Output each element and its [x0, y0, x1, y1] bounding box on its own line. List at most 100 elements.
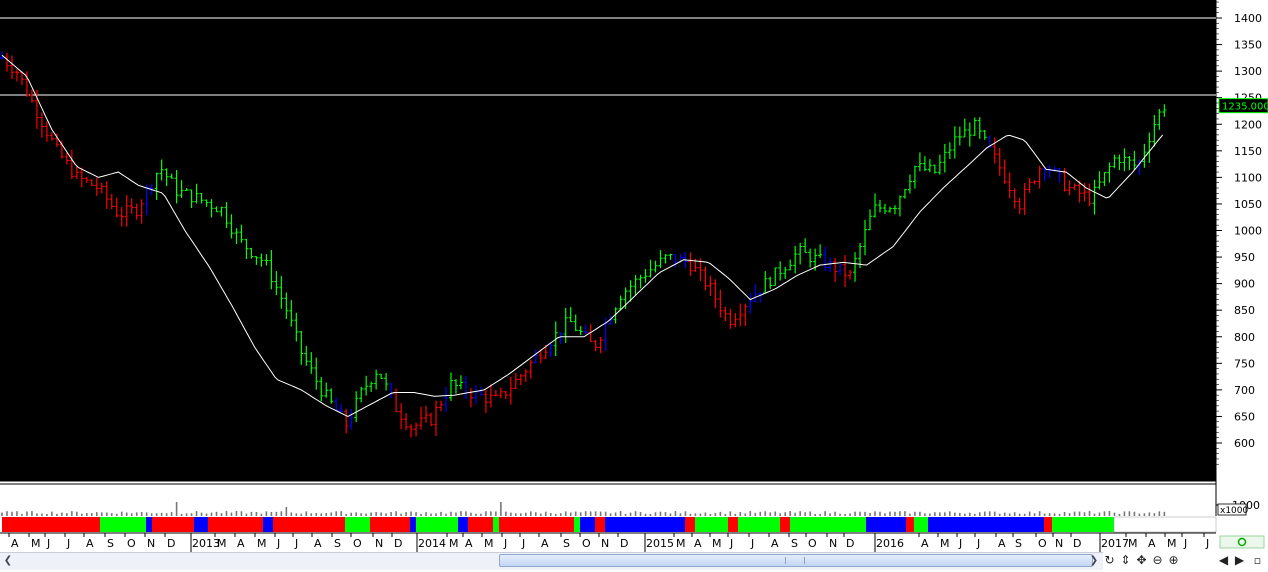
x-tick-label: D: [620, 537, 628, 550]
volume-bar: [360, 513, 362, 516]
volume-bar: [659, 511, 662, 516]
volume-bar: [1103, 511, 1106, 516]
volume-bar: [330, 512, 333, 516]
volume-bar: [954, 512, 956, 516]
volume-bar: [255, 511, 258, 516]
volume-multiplier-label: x1000: [1220, 506, 1249, 516]
volume-bar: [749, 511, 752, 516]
volume-bar: [959, 512, 961, 516]
x-tick-label: A: [465, 537, 473, 550]
volume-bar: [614, 512, 617, 516]
volume-bar: [475, 513, 477, 516]
scroll-prev-icon[interactable]: ◀: [1216, 553, 1231, 568]
scroll-next-icon[interactable]: ▶: [1232, 553, 1247, 568]
volume-bar: [305, 511, 308, 516]
x-tick-label: A: [1148, 537, 1156, 550]
signal-segment: [416, 517, 458, 532]
y-tick-label: 650: [1234, 410, 1255, 423]
volume-bar: [944, 512, 946, 516]
volume-bar: [784, 512, 787, 516]
volume-bar: [220, 513, 223, 516]
scrollbar-grip-icon: [785, 557, 805, 564]
volume-bar: [1003, 512, 1006, 516]
volume-bar: [774, 511, 777, 516]
scroll-right-arrow-icon[interactable]: ❯: [1088, 553, 1100, 568]
signal-segment: [208, 517, 263, 532]
volume-bar: [754, 512, 757, 516]
y-tick-label: 1350: [1234, 39, 1262, 52]
volume-bar: [66, 513, 68, 516]
signal-segment: [595, 517, 605, 532]
volume-bar: [490, 511, 492, 516]
volume-bar: [335, 511, 338, 516]
volume-bar: [1113, 512, 1116, 516]
signal-segment: [2, 517, 100, 532]
volume-bar: [435, 513, 437, 516]
volume-bar: [355, 512, 357, 516]
refresh-icon[interactable]: ↻: [1102, 553, 1117, 568]
volume-bar: [1133, 511, 1136, 516]
volume-bar: [180, 513, 183, 516]
signal-segment: [728, 517, 738, 532]
volume-bar: [1123, 511, 1126, 516]
volume-bar: [1038, 511, 1041, 516]
volume-bar: [470, 512, 472, 516]
volume-bar: [480, 513, 482, 516]
signal-segment: [738, 517, 780, 532]
price-chart[interactable]: 1400135013001250120011501100105010009509…: [0, 0, 1268, 572]
signal-segment: [499, 517, 574, 532]
volume-bar: [839, 513, 841, 516]
x-tick-label: S: [563, 537, 570, 550]
y-tick-label: 900: [1234, 278, 1255, 291]
volume-bar: [350, 512, 352, 516]
volume-bar: [604, 511, 607, 516]
volume-bar: [455, 512, 457, 516]
volume-bar: [1128, 511, 1131, 516]
scroll-left-arrow-icon[interactable]: ❮: [2, 553, 14, 568]
x-tick-label: D: [394, 537, 402, 550]
zoom-in-icon[interactable]: ⊕: [1166, 553, 1181, 568]
volume-bar: [420, 513, 422, 516]
volume-bar: [31, 511, 33, 516]
volume-bar: [120, 511, 123, 516]
signal-segment: [370, 517, 410, 532]
volume-bar: [1018, 513, 1021, 516]
pan-vertical-icon[interactable]: ⇕: [1118, 553, 1133, 568]
volume-bar: [694, 513, 697, 516]
volume-bar: [185, 513, 188, 516]
volume-bar: [769, 512, 772, 516]
x-tick-label: A: [314, 537, 322, 550]
volume-bar: [505, 511, 507, 516]
volume-bar: [375, 512, 377, 516]
volume-bar: [1013, 512, 1016, 516]
move-icon[interactable]: ✥: [1134, 553, 1149, 568]
volume-bar: [86, 513, 88, 516]
y-tick-label: 1050: [1234, 198, 1262, 211]
volume-bar: [200, 512, 203, 516]
x-tick-label: S: [1015, 537, 1022, 550]
volume-bar: [240, 511, 243, 516]
volume-bar: [924, 513, 926, 516]
window-icon[interactable]: ▫: [1250, 553, 1265, 568]
scrollbar-thumb[interactable]: [499, 554, 1093, 567]
x-tick-label: J: [66, 537, 70, 550]
volume-bar: [799, 511, 801, 516]
volume-bar: [639, 512, 642, 516]
volume-bar: [934, 512, 936, 516]
volume-bar: [11, 511, 13, 516]
signal-segment: [695, 517, 728, 532]
volume-bar: [1068, 513, 1071, 516]
x-tick-label: S: [791, 537, 798, 550]
volume-bar: [370, 512, 372, 516]
volume-bar: [1078, 511, 1081, 516]
volume-bar: [874, 511, 876, 516]
volume-bar: [195, 511, 198, 516]
volume-bar: [365, 513, 367, 516]
volume-bar: [744, 513, 747, 516]
y-tick-label: 1400: [1234, 12, 1262, 25]
volume-bar: [215, 511, 218, 516]
volume-bar: [285, 507, 288, 516]
zoom-out-icon[interactable]: ⊖: [1150, 553, 1165, 568]
volume-bar: [809, 511, 811, 516]
volume-bar: [95, 512, 98, 516]
